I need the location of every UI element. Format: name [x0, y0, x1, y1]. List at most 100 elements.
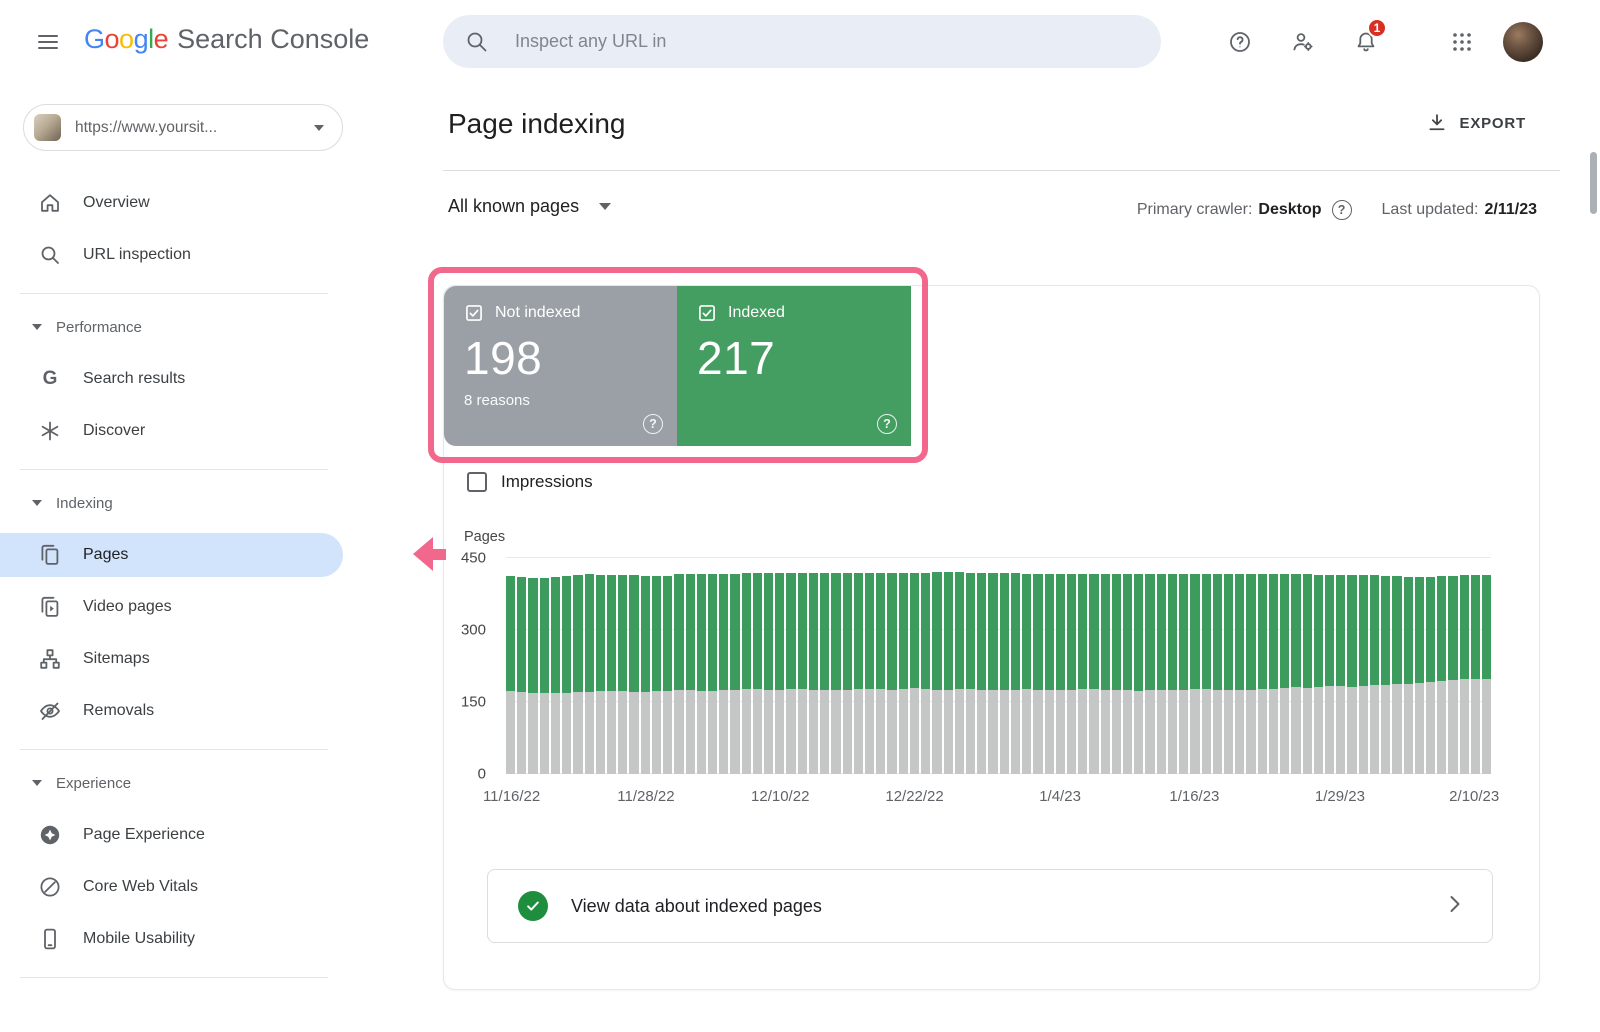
chart-bar[interactable] [1269, 558, 1278, 774]
help-icon[interactable]: ? [877, 414, 897, 434]
chart-bar[interactable] [1157, 558, 1166, 774]
chart-bar[interactable] [1291, 558, 1300, 774]
sidebar-section-experience[interactable]: Experience [0, 761, 425, 805]
chevron-right-icon[interactable] [1442, 892, 1466, 921]
chart-bar[interactable] [562, 558, 571, 774]
chart-bar[interactable] [1089, 558, 1098, 774]
sidebar-section-indexing[interactable]: Indexing [0, 481, 425, 525]
chart-bar[interactable] [1067, 558, 1076, 774]
chart-bar[interactable] [1190, 558, 1199, 774]
sidebar-item-search-results[interactable]: G Search results [0, 357, 425, 401]
chart-bar[interactable] [697, 558, 706, 774]
chart-bar[interactable] [1482, 558, 1491, 774]
chart-bar[interactable] [899, 558, 908, 774]
chart-bar[interactable] [1471, 558, 1480, 774]
chart-bar[interactable] [1022, 558, 1031, 774]
chart-bar[interactable] [1460, 558, 1469, 774]
chart-bar[interactable] [551, 558, 560, 774]
sidebar-item-discover[interactable]: Discover [0, 409, 425, 453]
chart-bar[interactable] [585, 558, 594, 774]
menu-icon[interactable] [28, 22, 68, 62]
sidebar-item-mobile-usability[interactable]: Mobile Usability [0, 917, 425, 961]
sidebar-item-pages[interactable]: Pages [0, 533, 343, 577]
chart-bar[interactable] [1347, 558, 1356, 774]
chart-bar[interactable] [506, 558, 515, 774]
chart-bar[interactable] [1101, 558, 1110, 774]
chart-bar[interactable] [641, 558, 650, 774]
chart-bar[interactable] [596, 558, 605, 774]
help-icon[interactable]: ? [643, 414, 663, 434]
chart-bar[interactable] [730, 558, 739, 774]
sidebar-item-sitemaps[interactable]: Sitemaps [0, 637, 425, 681]
chart-bar[interactable] [764, 558, 773, 774]
chart-bar[interactable] [1404, 558, 1413, 774]
chart-bar[interactable] [719, 558, 728, 774]
sidebar-item-core-web-vitals[interactable]: Core Web Vitals [0, 865, 425, 909]
sidebar-section-performance[interactable]: Performance [0, 305, 425, 349]
chart-bar[interactable] [831, 558, 840, 774]
chart-bar[interactable] [1000, 558, 1009, 774]
impressions-checkbox[interactable] [467, 472, 487, 492]
chart-bar[interactable] [1258, 558, 1267, 774]
chart-bar[interactable] [573, 558, 582, 774]
chart-bar[interactable] [652, 558, 661, 774]
chart-bar[interactable] [607, 558, 616, 774]
chart-bar[interactable] [1112, 558, 1121, 774]
chart-bar[interactable] [955, 558, 964, 774]
chart-bar[interactable] [921, 558, 930, 774]
help-icon[interactable]: ? [1332, 200, 1352, 220]
chart-bar[interactable] [1336, 558, 1345, 774]
chart-bar[interactable] [944, 558, 953, 774]
chart-bar[interactable] [1448, 558, 1457, 774]
scrollbar-thumb[interactable] [1590, 152, 1597, 214]
chart-bar[interactable] [786, 558, 795, 774]
export-button[interactable]: EXPORT [1426, 112, 1526, 134]
chart-bar[interactable] [1381, 558, 1390, 774]
chart-bar[interactable] [1235, 558, 1244, 774]
chart-bar[interactable] [540, 558, 549, 774]
chart-bar[interactable] [517, 558, 526, 774]
chart-bar[interactable] [1370, 558, 1379, 774]
chart-bar[interactable] [843, 558, 852, 774]
chart-bar[interactable] [1033, 558, 1042, 774]
chart-bar[interactable] [820, 558, 829, 774]
chart-bar[interactable] [1437, 558, 1446, 774]
chart-bar[interactable] [1056, 558, 1065, 774]
sidebar-item-overview[interactable]: Overview [0, 181, 425, 225]
view-indexed-data-link[interactable]: View data about indexed pages [487, 869, 1493, 943]
chart-bar[interactable] [618, 558, 627, 774]
chart-bar[interactable] [1359, 558, 1368, 774]
chart-bar[interactable] [1246, 558, 1255, 774]
chart-bar[interactable] [910, 558, 919, 774]
chart-bar[interactable] [865, 558, 874, 774]
chart-bar[interactable] [854, 558, 863, 774]
sidebar-item-url-inspection[interactable]: URL inspection [0, 233, 425, 277]
avatar[interactable] [1503, 22, 1543, 62]
chart-bar[interactable] [1392, 558, 1401, 774]
chart-bar[interactable] [1045, 558, 1054, 774]
chart-bar[interactable] [1280, 558, 1289, 774]
chart-bar[interactable] [1168, 558, 1177, 774]
chart-bar[interactable] [1314, 558, 1323, 774]
chart-bar[interactable] [876, 558, 885, 774]
help-icon[interactable] [1220, 22, 1260, 62]
chart-bar[interactable] [1134, 558, 1143, 774]
chart-bar[interactable] [887, 558, 896, 774]
sidebar-item-removals[interactable]: Removals [0, 689, 425, 733]
chart-bar[interactable] [798, 558, 807, 774]
chart-bar[interactable] [1325, 558, 1334, 774]
chart-bar[interactable] [1179, 558, 1188, 774]
chart-bar[interactable] [742, 558, 751, 774]
chart-bar[interactable] [686, 558, 695, 774]
indexed-card[interactable]: Indexed 217 ? [677, 286, 911, 446]
url-inspect-searchbar[interactable] [443, 15, 1161, 68]
not-indexed-card[interactable]: Not indexed 198 8 reasons ? [444, 286, 677, 446]
chart-bar[interactable] [1202, 558, 1211, 774]
chart-bar[interactable] [528, 558, 537, 774]
chart-bar[interactable] [1303, 558, 1312, 774]
chart-bar[interactable] [708, 558, 717, 774]
notifications-icon[interactable]: 1 [1346, 22, 1386, 62]
chart-bar[interactable] [988, 558, 997, 774]
property-selector[interactable]: https://www.yoursit... [23, 104, 343, 151]
chart-bar[interactable] [1213, 558, 1222, 774]
